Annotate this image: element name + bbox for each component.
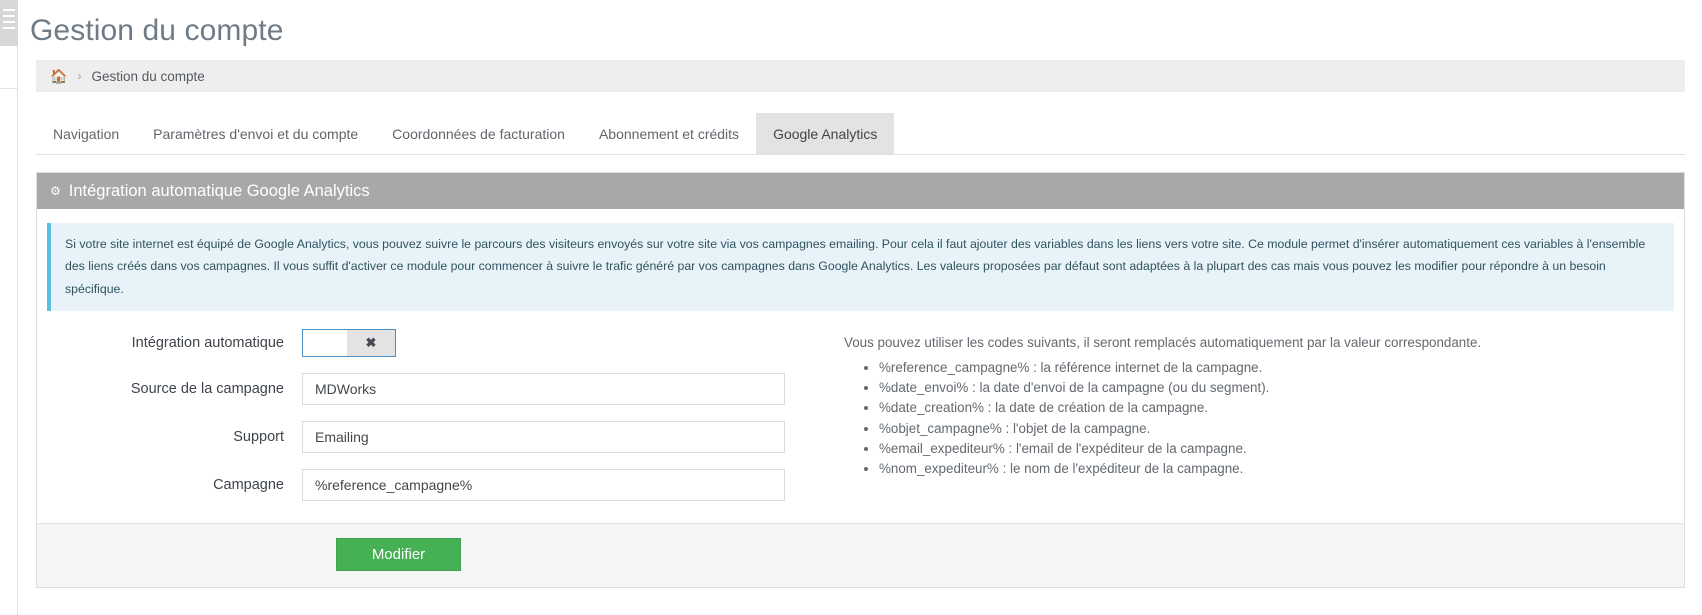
campagne-input[interactable] [302, 469, 785, 502]
list-item: %date_envoi% : la date d'envoi de la cam… [879, 379, 1684, 396]
breadcrumb-current: Gestion du compte [91, 68, 205, 84]
tab-navigation[interactable]: Navigation [36, 113, 136, 154]
form-row-source-campagne: Source de la campagne [37, 373, 822, 406]
label-source-campagne: Source de la campagne [130, 381, 284, 398]
support-input[interactable] [302, 421, 785, 454]
tab-bar: Navigation Paramètres d'envoi et du comp… [36, 113, 1685, 155]
form-row-integration-automatique: Intégration automatique ✖ [37, 329, 822, 358]
menu-toggle-button[interactable] [0, 0, 18, 46]
form-fields-column: Intégration automatique ✖ Source de la c… [37, 329, 822, 502]
list-item: %objet_campagne% : l'objet de la campagn… [879, 420, 1684, 437]
breadcrumb-separator-icon: › [77, 69, 82, 83]
home-icon[interactable]: 🏠 [50, 69, 67, 83]
form-area: Intégration automatique ✖ Source de la c… [37, 311, 1684, 523]
main-content: Gestion du compte 🏠 › Gestion du compte … [19, 0, 1702, 615]
gear-icon: ⚙ [50, 184, 61, 198]
form-row-support: Support [37, 421, 822, 454]
tab-google-analytics[interactable]: Google Analytics [756, 113, 895, 154]
list-item: %reference_campagne% : la référence inte… [879, 359, 1684, 376]
integration-automatique-toggle[interactable]: ✖ [302, 329, 396, 358]
label-support: Support [233, 429, 284, 446]
codes-list: %reference_campagne% : la référence inte… [844, 359, 1684, 477]
panel-title: Intégration automatique Google Analytics [68, 181, 370, 200]
left-rail [0, 0, 18, 615]
rail-divider [0, 88, 18, 89]
page-title: Gestion du compte [30, 14, 284, 47]
tab-parametres-envoi-compte[interactable]: Paramètres d'envoi et du compte [136, 113, 375, 154]
hamburger-icon [3, 9, 15, 33]
toggle-off-icon[interactable]: ✖ [347, 330, 395, 357]
tab-coordonnees-facturation[interactable]: Coordonnées de facturation [375, 113, 582, 154]
label-campagne: Campagne [213, 477, 284, 494]
info-alert: Si votre site internet est équipé de Goo… [47, 223, 1674, 312]
source-campagne-input[interactable] [302, 373, 785, 406]
modifier-button[interactable]: Modifier [336, 538, 461, 572]
label-integration-automatique: Intégration automatique [131, 335, 284, 352]
toggle-on-side[interactable] [303, 330, 347, 357]
list-item: %date_creation% : la date de création de… [879, 399, 1684, 416]
form-row-campagne: Campagne [37, 469, 822, 502]
google-analytics-panel: ⚙ Intégration automatique Google Analyti… [36, 172, 1685, 589]
tab-abonnement-credits[interactable]: Abonnement et crédits [582, 113, 756, 154]
panel-footer: Modifier [37, 523, 1684, 588]
panel-header: ⚙ Intégration automatique Google Analyti… [37, 173, 1684, 209]
list-item: %email_expediteur% : l'email de l'expédi… [879, 440, 1684, 457]
panel-body: Si votre site internet est équipé de Goo… [37, 209, 1684, 588]
account-management-page: Gestion du compte 🏠 › Gestion du compte … [0, 0, 1702, 615]
breadcrumb: 🏠 › Gestion du compte [36, 60, 1685, 92]
codes-intro-text: Vous pouvez utiliser les codes suivants,… [844, 335, 1482, 351]
codes-help-column: Vous pouvez utiliser les codes suivants,… [822, 329, 1684, 501]
list-item: %nom_expediteur% : le nom de l'expéditeu… [879, 460, 1684, 477]
